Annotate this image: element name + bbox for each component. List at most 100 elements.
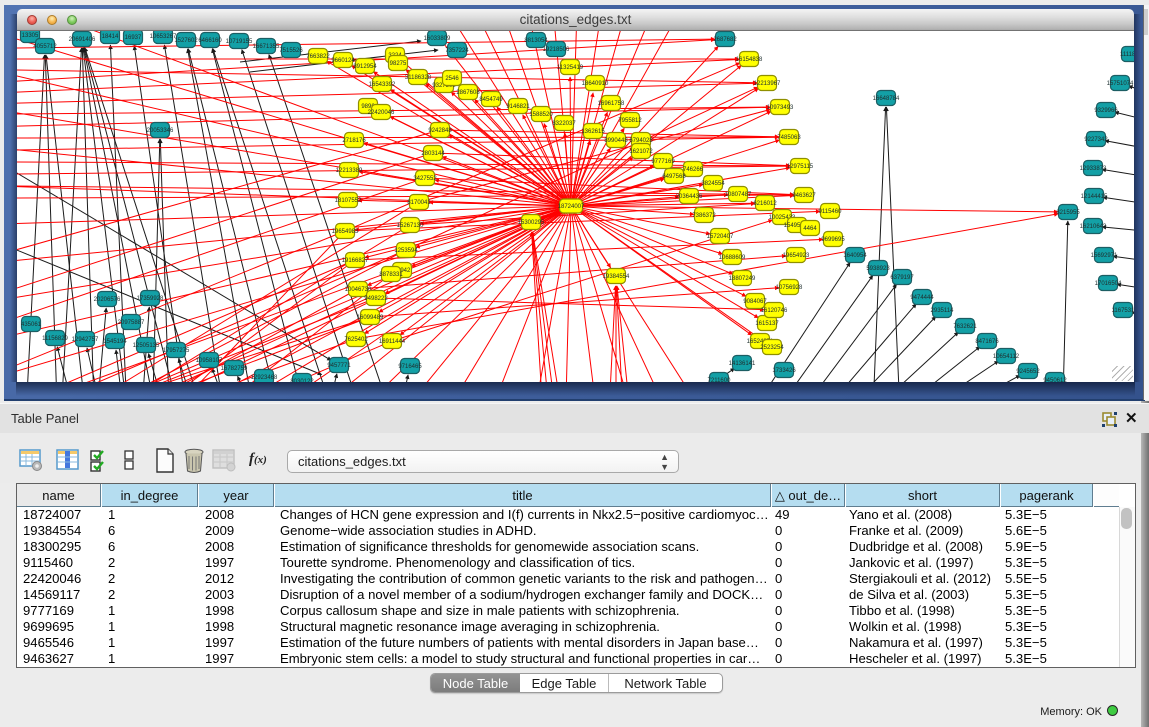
svg-text:1588520: 1588520 [529, 112, 553, 118]
svg-text:9450612: 9450612 [1043, 378, 1067, 382]
svg-text:9084067: 9084067 [743, 299, 767, 305]
svg-text:9146821: 9146821 [506, 104, 530, 110]
svg-text:1615137: 1615137 [755, 321, 779, 327]
svg-text:7357224: 7357224 [445, 48, 469, 54]
svg-text:9115460: 9115460 [819, 209, 843, 215]
svg-text:98275: 98275 [390, 61, 407, 67]
svg-text:16210643: 16210643 [1080, 224, 1107, 230]
svg-text:8912954: 8912954 [353, 64, 377, 70]
svg-text:16961758: 16961758 [598, 101, 625, 107]
svg-text:12923468: 12923468 [251, 375, 278, 381]
svg-text:12505135: 12505135 [133, 343, 160, 349]
svg-text:4055712: 4055712 [33, 44, 57, 50]
svg-text:1640954: 1640954 [843, 253, 867, 259]
svg-text:2523254: 2523254 [760, 345, 784, 351]
svg-text:1621072: 1621072 [629, 149, 653, 155]
svg-text:16937: 16937 [125, 35, 142, 41]
svg-text:1527602: 1527602 [174, 38, 198, 44]
svg-text:10756928: 10756928 [776, 285, 803, 291]
svg-text:2546: 2546 [445, 76, 459, 82]
svg-text:19654983: 19654983 [332, 229, 359, 235]
svg-text:7386372: 7386372 [692, 213, 716, 219]
svg-text:4464: 4464 [803, 226, 817, 232]
svg-text:10654112: 10654112 [993, 354, 1020, 360]
svg-text:20691406: 20691406 [69, 37, 96, 43]
svg-text:11156829: 11156829 [42, 336, 68, 342]
svg-text:10973493: 10973493 [767, 105, 794, 111]
svg-text:9245652: 9245652 [1016, 369, 1040, 375]
svg-text:17957275: 17957275 [163, 348, 190, 354]
svg-text:8878331: 8878331 [379, 272, 403, 278]
svg-text:2935114: 2935114 [931, 308, 955, 314]
svg-text:16911444: 16911444 [379, 339, 406, 345]
svg-text:19654923: 19654923 [783, 253, 810, 259]
svg-text:12975115: 12975115 [787, 164, 814, 170]
svg-text:8471676: 8471676 [975, 339, 999, 345]
svg-text:15267130: 15267130 [397, 223, 424, 229]
svg-text:8322037: 8322037 [552, 121, 576, 127]
svg-text:18414: 18414 [102, 34, 119, 40]
svg-text:5938923: 5938923 [866, 266, 890, 272]
svg-text:19384554: 19384554 [603, 274, 630, 280]
svg-text:16120746: 16120746 [761, 308, 788, 314]
svg-text:9474444: 9474444 [910, 295, 934, 301]
svg-text:1362615: 1362615 [581, 129, 605, 135]
svg-text:9242848: 9242848 [428, 128, 452, 134]
svg-text:10807487: 10807487 [725, 192, 752, 198]
svg-text:1733426: 1733426 [772, 368, 796, 374]
svg-text:12144415: 12144415 [1081, 194, 1108, 200]
svg-text:2867608: 2867608 [456, 90, 480, 96]
svg-text:7632621: 7632621 [953, 324, 977, 330]
svg-text:1545194: 1545194 [103, 339, 127, 345]
svg-text:7485063: 7485063 [777, 135, 801, 141]
svg-text:20053346: 20053346 [147, 128, 174, 134]
svg-text:15720407: 15720407 [707, 234, 734, 240]
svg-text:14136141: 14136141 [729, 361, 756, 367]
svg-text:16648784: 16648784 [873, 96, 900, 102]
svg-text:6466160: 6466160 [198, 38, 222, 44]
svg-text:16033809: 16033809 [424, 36, 451, 42]
svg-text:17359928: 17359928 [137, 296, 164, 302]
svg-text:2718176: 2718176 [342, 138, 366, 144]
svg-text:435061: 435061 [21, 322, 42, 328]
svg-text:20364436: 20364436 [676, 194, 703, 200]
svg-text:2687682: 2687682 [713, 37, 737, 43]
svg-text:3824554: 3824554 [701, 181, 725, 187]
svg-text:10958107: 10958107 [196, 358, 223, 364]
svg-text:7211600: 7211600 [708, 378, 732, 382]
svg-text:10688609: 10688609 [719, 255, 746, 261]
svg-text:6216012: 6216012 [753, 201, 777, 207]
svg-text:16099489: 16099489 [357, 315, 384, 321]
svg-text:9699695: 9699695 [821, 237, 845, 243]
svg-text:15300295: 15300295 [518, 220, 545, 226]
svg-text:13305: 13305 [22, 33, 39, 39]
svg-text:8170041: 8170041 [407, 200, 431, 206]
svg-text:12213967: 12213967 [754, 81, 781, 87]
svg-text:31186328: 31186328 [405, 75, 432, 81]
svg-text:10653267: 10653267 [150, 34, 177, 40]
svg-text:9227342: 9227342 [1084, 137, 1108, 143]
svg-text:17016504: 17016504 [1095, 281, 1122, 287]
svg-text:1167531: 1167531 [1112, 308, 1134, 314]
svg-text:15692971: 15692971 [1091, 253, 1118, 259]
svg-text:10719155: 10719155 [226, 39, 253, 45]
svg-text:8030122: 8030122 [290, 379, 314, 382]
svg-text:1253594: 1253594 [394, 248, 418, 254]
svg-text:8215955: 8215955 [1056, 210, 1080, 216]
svg-text:6379197: 6379197 [890, 275, 914, 281]
svg-text:6497568: 6497568 [662, 174, 686, 180]
svg-text:22420046: 22420046 [368, 110, 395, 116]
svg-text:12942757: 12942757 [72, 337, 99, 343]
svg-text:20206576: 20206576 [94, 297, 121, 303]
svg-text:9777169: 9777169 [651, 159, 675, 165]
svg-text:18107552: 18107552 [335, 198, 362, 204]
svg-text:12933873: 12933873 [1080, 166, 1107, 172]
svg-text:18640910: 18640910 [582, 81, 609, 87]
svg-text:746266: 746266 [683, 167, 704, 173]
svg-text:9660124: 9660124 [331, 58, 355, 64]
svg-text:19166827: 19166827 [342, 258, 369, 264]
svg-text:16154838: 16154838 [736, 57, 763, 63]
svg-text:19218506: 19218506 [543, 47, 570, 53]
svg-text:7955812: 7955812 [618, 118, 642, 124]
svg-text:9329966: 9329966 [1094, 108, 1118, 114]
